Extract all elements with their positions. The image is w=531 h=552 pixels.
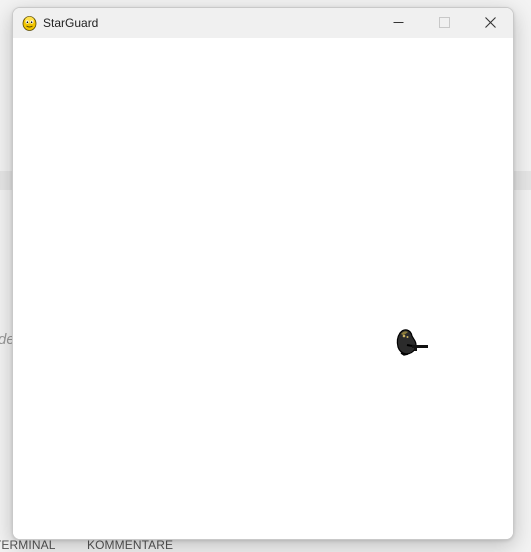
minimize-button[interactable] [375, 8, 421, 38]
minimize-icon [393, 22, 404, 23]
game-canvas[interactable] [13, 38, 513, 539]
pygame-snake-icon [22, 15, 37, 31]
soldier-with-gun-sprite [396, 329, 428, 356]
close-icon [485, 17, 496, 28]
maximize-icon [439, 17, 450, 28]
game-window: StarGuard [12, 7, 514, 540]
window-title: StarGuard [43, 16, 99, 30]
title-bar[interactable]: StarGuard [13, 8, 513, 38]
close-button[interactable] [467, 8, 513, 38]
panel-tab-terminal[interactable]: TERMINAL [0, 538, 55, 552]
maximize-button[interactable] [421, 8, 467, 38]
panel-tab-comments[interactable]: KOMMENTARE [87, 538, 173, 552]
